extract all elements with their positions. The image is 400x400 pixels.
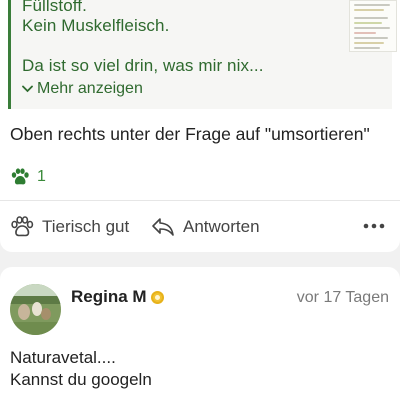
reply-button[interactable]: Antworten <box>151 214 260 240</box>
reaction-count-value: 1 <box>37 168 46 185</box>
quoted-text-line: Kein Muskelfleisch. <box>22 16 170 35</box>
comment-text-line: Naturavetal.... <box>10 348 116 367</box>
chevron-down-icon <box>22 85 33 93</box>
quoted-text-line: Da ist so viel drin, was mir nix... <box>22 56 264 75</box>
reaction-count[interactable]: 1 <box>10 168 46 186</box>
reply-card: Füllstoff. Kein Muskelfleisch. Da ist so… <box>0 0 400 252</box>
comment-text-line: Kannst du googeln <box>10 370 152 389</box>
divider <box>0 200 400 201</box>
premium-badge-icon <box>150 290 164 304</box>
more-dots-icon[interactable] <box>362 218 386 234</box>
comment-author[interactable]: Regina M <box>71 287 164 307</box>
author-name: Regina M <box>71 287 147 306</box>
reply-arrow-icon <box>152 218 174 236</box>
attachment-thumbnail[interactable] <box>349 0 397 52</box>
show-more-link[interactable]: Mehr anzeigen <box>22 80 143 98</box>
show-more-label: Mehr anzeigen <box>37 80 143 97</box>
quoted-text-line: Füllstoff. <box>22 0 87 15</box>
paw-icon <box>11 168 29 185</box>
reply-label: Antworten <box>183 217 260 236</box>
reply-text: Oben rechts unter der Frage auf "umsorti… <box>10 124 370 144</box>
avatar[interactable] <box>10 284 61 335</box>
comment-timestamp: vor 17 Tagen <box>296 289 389 306</box>
like-button[interactable]: Tierisch gut <box>10 214 129 240</box>
paw-outline-icon <box>11 216 34 237</box>
like-label: Tierisch gut <box>42 217 130 236</box>
quoted-post[interactable]: Füllstoff. Kein Muskelfleisch. Da ist so… <box>8 0 397 109</box>
